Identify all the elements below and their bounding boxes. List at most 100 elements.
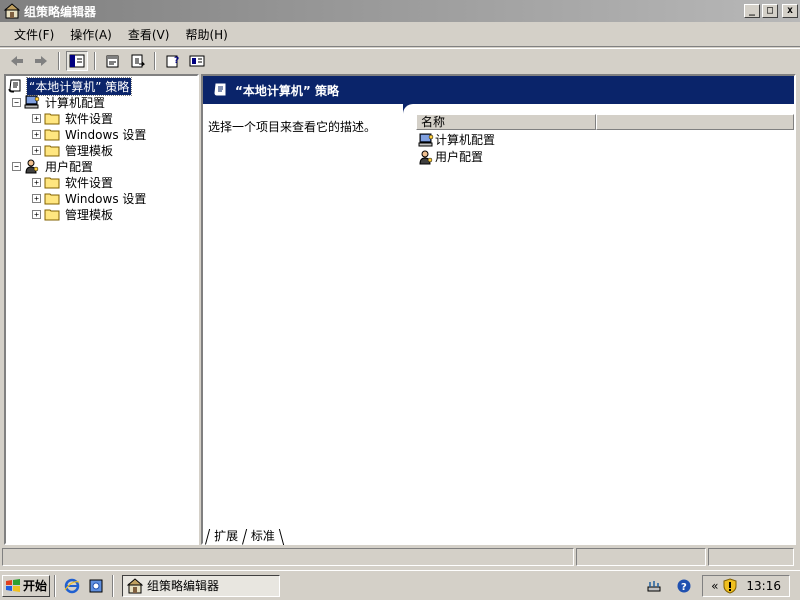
forward-button[interactable] <box>30 51 52 71</box>
tree-item-label: 用户配置 <box>45 159 94 174</box>
tray-network[interactable] <box>644 576 664 596</box>
user-icon <box>25 159 39 174</box>
tab-label: 标准 <box>250 529 275 543</box>
quicklaunch-ie[interactable] <box>62 576 82 596</box>
tree-item-label: 计算机配置 <box>45 95 106 110</box>
tree-item-label: 软件设置 <box>65 111 114 126</box>
quicklaunch-desktop[interactable] <box>86 576 106 596</box>
help-button[interactable]: ? <box>162 51 184 71</box>
taskbar-separator <box>54 574 56 597</box>
folder-icon <box>44 129 60 141</box>
tree-item-label: Windows 设置 <box>65 127 147 142</box>
start-button[interactable]: 开始 <box>2 574 50 597</box>
help-circle-icon: ? <box>677 579 691 593</box>
expand-toggle[interactable]: + <box>32 113 41 123</box>
tree-item-computer-config[interactable]: − 计算机配置 <box>12 94 107 110</box>
window-title: 组策略编辑器 <box>24 4 97 19</box>
back-button[interactable] <box>6 51 28 71</box>
back-arrow-icon <box>11 55 23 66</box>
status-cell-3 <box>708 548 794 566</box>
taskbar-separator <box>112 574 114 597</box>
menu-help[interactable]: 帮助(H) <box>177 24 235 45</box>
tree-item-user-admin-templates[interactable]: + 管理模板 <box>32 206 115 222</box>
column-header-empty[interactable] <box>596 114 794 130</box>
collapse-toggle[interactable]: − <box>12 161 21 171</box>
toolbar-separator <box>154 51 156 70</box>
minimize-button[interactable]: _ <box>744 4 760 18</box>
folder-icon <box>44 113 60 125</box>
action-pane-icon <box>189 55 205 66</box>
list-column-header: 名称 <box>416 114 794 130</box>
collapse-toggle[interactable]: − <box>12 97 21 107</box>
details-pane[interactable]: “本地计算机” 策略 选择一个项目来查看它的描述。 名称 计算机配置 用户配置 <box>201 74 796 545</box>
security-shield-icon[interactable] <box>722 577 738 594</box>
menu-action[interactable]: 操作(A) <box>62 24 120 45</box>
svg-text:?: ? <box>681 582 687 593</box>
tree-item-computer-admin-templates[interactable]: + 管理模板 <box>32 142 115 158</box>
status-cell-main <box>2 548 574 566</box>
tray-expand-chevron[interactable]: « <box>711 579 718 593</box>
notification-area: « 13:16 <box>702 574 790 597</box>
maximize-button[interactable]: □ <box>762 4 778 18</box>
tree-item-label: 软件设置 <box>65 175 114 190</box>
policy-scroll-icon <box>8 79 21 93</box>
tree-item-label: Windows 设置 <box>65 191 147 206</box>
tree-item-computer-windows-settings[interactable]: + Windows 设置 <box>32 126 148 142</box>
taskbar: 开始 组策略编辑器 ? « 13:16 <box>0 570 800 600</box>
title-bar[interactable]: 组策略编辑器 _ □ x <box>0 0 800 22</box>
toolbar-separator <box>94 51 96 70</box>
list-item-label: 用户配置 <box>435 150 484 164</box>
show-hide-action-pane-button[interactable] <box>186 51 208 71</box>
column-header-name[interactable]: 名称 <box>416 114 596 130</box>
close-button[interactable]: x <box>782 4 798 18</box>
expand-toggle[interactable]: + <box>32 129 41 139</box>
tree-item-label: 管理模板 <box>65 207 114 222</box>
policy-scroll-icon <box>214 83 226 96</box>
folder-icon <box>44 145 60 157</box>
properties-button[interactable] <box>102 51 124 71</box>
group-policy-icon <box>4 3 20 19</box>
tree-item-label: 管理模板 <box>65 143 114 158</box>
start-label: 开始 <box>23 579 48 593</box>
tab-label: 扩展 <box>214 529 239 543</box>
expand-toggle[interactable]: + <box>32 193 41 203</box>
tree-item-computer-software-settings[interactable]: + 软件设置 <box>32 110 115 126</box>
list-item-label: 计算机配置 <box>435 133 496 147</box>
tray-help[interactable]: ? <box>674 576 694 596</box>
show-hide-tree-button[interactable] <box>66 50 88 71</box>
tree-root-label: “本地计算机” 策略 <box>25 76 133 96</box>
clock[interactable]: 13:16 <box>746 579 781 593</box>
details-header-title: “本地计算机” 策略 <box>235 83 339 98</box>
taskbar-item-label: 组策略编辑器 <box>147 579 220 593</box>
tree-item-user-software-settings[interactable]: + 软件设置 <box>32 174 115 190</box>
tree-item-user-config[interactable]: − 用户配置 <box>12 158 95 174</box>
tab-extended[interactable]: 扩展 <box>204 529 248 545</box>
folder-icon <box>44 193 60 205</box>
computer-icon <box>24 95 40 109</box>
group-policy-icon <box>127 577 143 593</box>
folder-icon <box>44 177 60 189</box>
properties-icon <box>106 55 119 67</box>
description-text: 选择一个项目来查看它的描述。 <box>208 120 377 134</box>
taskbar-item-gpedit[interactable]: 组策略编辑器 <box>122 574 280 597</box>
svg-text:?: ? <box>174 56 179 66</box>
toolbar-separator <box>58 51 60 70</box>
console-tree[interactable]: “本地计算机” 策略 − 计算机配置 + 软件设置 + Windows 设置 +… <box>4 74 199 545</box>
list-item-computer-config[interactable]: 计算机配置 <box>418 131 495 148</box>
toolbar: ? <box>0 48 800 72</box>
user-icon <box>419 150 433 164</box>
network-icon <box>647 580 661 591</box>
export-list-icon <box>131 54 145 67</box>
help-icon: ? <box>166 55 179 67</box>
internet-explorer-icon <box>64 578 80 593</box>
list-item-user-config[interactable]: 用户配置 <box>418 148 483 165</box>
menu-view[interactable]: 查看(V) <box>120 24 178 45</box>
tab-standard[interactable]: 标准 <box>242 529 285 545</box>
expand-toggle[interactable]: + <box>32 209 41 219</box>
expand-toggle[interactable]: + <box>32 177 41 187</box>
tree-root-local-policy[interactable]: “本地计算机” 策略 <box>8 76 133 96</box>
expand-toggle[interactable]: + <box>32 145 41 155</box>
menu-file[interactable]: 文件(F) <box>6 24 62 45</box>
tree-item-user-windows-settings[interactable]: + Windows 设置 <box>32 190 148 206</box>
export-list-button[interactable] <box>126 51 148 71</box>
